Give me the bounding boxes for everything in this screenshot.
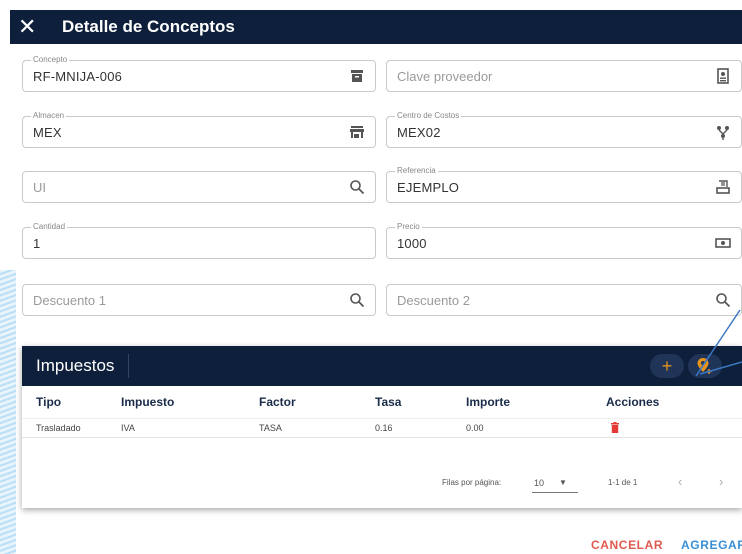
cell-impuesto: IVA	[121, 418, 259, 438]
concepto-value: RF-MNIJA-006	[33, 69, 123, 84]
cell-tipo: Trasladado	[22, 418, 121, 438]
clave-proveedor-placeholder: Clave proveedor	[397, 69, 493, 84]
archive-icon[interactable]	[349, 68, 365, 84]
table-header-row: Tipo Impuesto Factor Tasa Importe Accion…	[22, 386, 742, 419]
add-impuesto-button[interactable]: +	[650, 354, 684, 378]
cantidad-label: Cantidad	[31, 222, 68, 232]
dialog-header: ✕ Detalle de Conceptos	[10, 10, 742, 44]
ui-field[interactable]: UI	[22, 171, 376, 203]
concepto-field[interactable]: Concepto RF-MNIJA-006	[22, 55, 376, 92]
rows-per-page-select[interactable]: 10 ▼	[532, 474, 578, 493]
centro-costos-value: MEX02	[397, 125, 441, 140]
prev-page-button[interactable]: ‹	[678, 474, 682, 489]
search-icon[interactable]	[349, 179, 365, 195]
cell-tasa: 0.16	[375, 418, 466, 438]
location-add-icon[interactable]	[688, 354, 722, 378]
table-row: Trasladado IVA TASA 0.16 0.00	[22, 418, 742, 438]
chevron-down-icon: ▼	[559, 478, 567, 487]
next-page-button[interactable]: ›	[719, 474, 723, 489]
descuento2-field[interactable]: Descuento 2	[386, 284, 742, 316]
col-tipo: Tipo	[36, 395, 62, 409]
rows-per-page-label: Filas por página:	[442, 478, 502, 487]
descuento2-placeholder: Descuento 2	[397, 293, 470, 308]
concepto-label: Concepto	[31, 55, 70, 65]
dialog-title: Detalle de Conceptos	[62, 17, 235, 36]
precio-label: Precio	[395, 222, 422, 232]
impuestos-title: Impuestos	[36, 354, 130, 378]
cantidad-value: 1	[33, 236, 41, 251]
col-tasa: Tasa	[375, 395, 402, 409]
cell-acciones	[606, 418, 742, 438]
col-importe: Importe	[466, 395, 511, 409]
pagination: Filas por página: 10 ▼ 1-1 de 1 ‹ ›	[22, 472, 742, 496]
centro-costos-label: Centro de Costos	[395, 111, 462, 121]
referencia-field[interactable]: Referencia EJEMPLO	[386, 166, 742, 203]
receipt-icon[interactable]	[715, 179, 731, 195]
add-button[interactable]: AGREGAR	[681, 538, 742, 552]
cantidad-field[interactable]: Cantidad 1	[22, 222, 376, 259]
trash-icon[interactable]	[610, 421, 620, 435]
almacen-field[interactable]: Almacen MEX	[22, 111, 376, 148]
decorative-edge	[0, 270, 16, 554]
cash-icon[interactable]	[715, 235, 731, 251]
cell-importe: 0.00	[466, 418, 606, 438]
referencia-value: EJEMPLO	[397, 180, 460, 195]
page-range: 1-1 de 1	[608, 478, 638, 487]
clave-proveedor-field[interactable]: Clave proveedor	[386, 60, 742, 92]
search-icon[interactable]	[349, 292, 365, 308]
close-icon[interactable]: ✕	[18, 10, 48, 44]
precio-field[interactable]: Precio 1000	[386, 222, 742, 259]
descuento1-placeholder: Descuento 1	[33, 293, 106, 308]
ui-placeholder: UI	[33, 180, 46, 195]
almacen-value: MEX	[33, 125, 62, 140]
impuestos-card: Impuestos + Tipo Impuesto Factor Tasa Im…	[22, 346, 742, 508]
cell-factor: TASA	[259, 418, 375, 438]
col-impuesto: Impuesto	[121, 395, 175, 409]
col-acciones: Acciones	[606, 395, 660, 409]
impuestos-header: Impuestos +	[22, 346, 742, 386]
store-icon[interactable]	[349, 124, 365, 140]
col-factor: Factor	[259, 395, 296, 409]
impuestos-table: Tipo Impuesto Factor Tasa Importe Accion…	[22, 386, 742, 438]
cancel-button[interactable]: CANCELAR	[591, 538, 663, 552]
almacen-label: Almacen	[31, 111, 67, 121]
network-icon[interactable]	[715, 124, 731, 140]
referencia-label: Referencia	[395, 166, 438, 176]
descuento1-field[interactable]: Descuento 1	[22, 284, 376, 316]
search-icon[interactable]	[715, 292, 731, 308]
rows-per-page-value: 10	[534, 478, 545, 488]
precio-value: 1000	[397, 236, 427, 251]
badge-icon[interactable]	[715, 68, 731, 84]
centro-costos-field[interactable]: Centro de Costos MEX02	[386, 111, 742, 148]
